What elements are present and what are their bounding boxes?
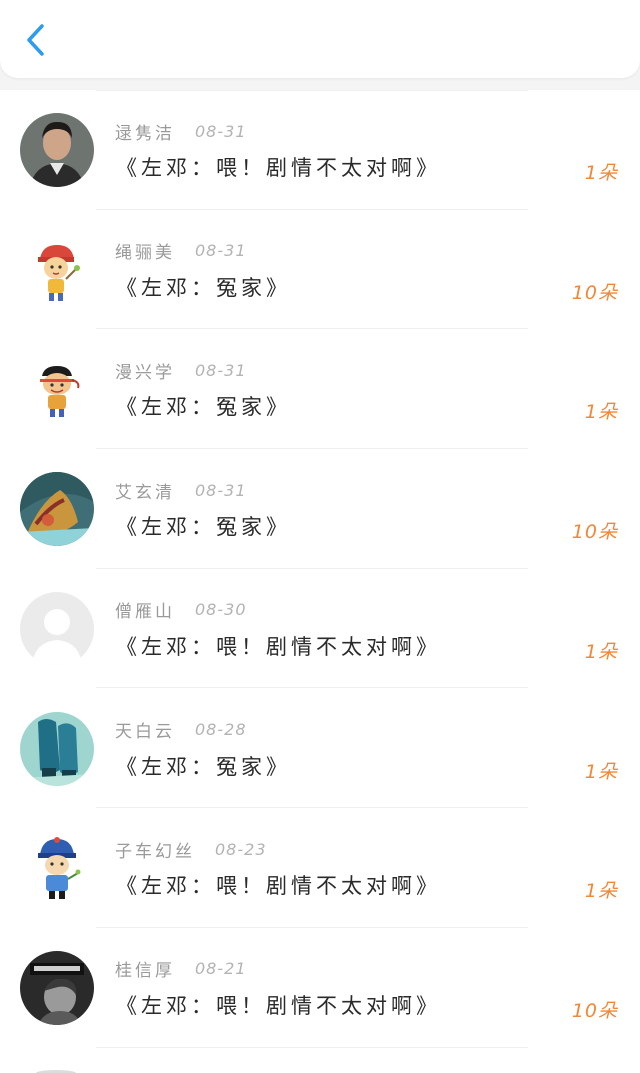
avatar[interactable] bbox=[20, 591, 94, 666]
avatar[interactable] bbox=[20, 950, 94, 1025]
avatar[interactable] bbox=[20, 352, 94, 427]
book-title: 《左邓：喂！剧情不太对啊》 bbox=[116, 993, 441, 1018]
user-name: 逯隽洁 bbox=[115, 123, 175, 144]
name-line: 逯隽洁 08-31 bbox=[115, 119, 247, 144]
user-name: 漫兴学 bbox=[115, 362, 175, 383]
gift-date: 08-28 bbox=[195, 720, 247, 739]
gift-amount: 1朵 bbox=[584, 760, 618, 783]
user-name: 天白云 bbox=[115, 722, 175, 742]
name-line: 漫兴学 08-31 bbox=[115, 358, 247, 383]
avatar[interactable] bbox=[20, 113, 94, 187]
book-title: 《左邓：喂！剧情不太对啊》 bbox=[116, 156, 441, 180]
gift-amount: 1朵 bbox=[584, 640, 618, 663]
user-name: 艾玄清 bbox=[115, 482, 175, 503]
list-item[interactable]: 逯隽洁 08-31 《左邓：喂！剧情不太对啊》 1朵 bbox=[0, 90, 640, 210]
gift-amount: 1朵 bbox=[584, 880, 618, 903]
name-line: 子车幻丝 08-23 bbox=[115, 837, 267, 862]
list-item[interactable]: 子车幻丝 08-23 《左邓：喂！剧情不太对啊》 1朵 bbox=[0, 808, 640, 928]
gift-date: 08-31 bbox=[195, 241, 247, 261]
list-item[interactable]: 天白云 08-28 《左邓：冤家》 1朵 bbox=[0, 689, 640, 809]
name-line: 僧雁山 08-30 bbox=[115, 598, 247, 622]
user-name: 子车幻丝 bbox=[115, 841, 195, 862]
gift-amount: 1朵 bbox=[584, 401, 618, 424]
top-bar bbox=[0, 0, 640, 78]
gift-amount: 10朵 bbox=[571, 999, 618, 1022]
book-title: 《左邓：冤家》 bbox=[116, 754, 291, 779]
gift-amount: 1朵 bbox=[584, 162, 618, 184]
avatar[interactable] bbox=[20, 472, 94, 547]
user-name: 绳骊美 bbox=[115, 243, 175, 264]
name-line: 绳骊美 08-31 bbox=[115, 239, 247, 263]
avatar[interactable] bbox=[20, 232, 94, 307]
gift-date: 08-23 bbox=[215, 839, 267, 859]
book-title: 《左邓：冤家》 bbox=[116, 395, 291, 420]
chevron-left-icon bbox=[27, 24, 44, 56]
avatar[interactable] bbox=[20, 831, 94, 906]
user-name: 桂信厚 bbox=[115, 961, 175, 982]
book-title: 《左邓：冤家》 bbox=[116, 515, 291, 540]
list-item[interactable]: 漫兴学 08-31 《左邓：冤家》 1朵 bbox=[0, 329, 640, 450]
back-button[interactable] bbox=[14, 18, 58, 62]
name-line: 桂信厚 08-21 bbox=[115, 957, 247, 981]
gift-record-list: 逯隽洁 08-31 《左邓：喂！剧情不太对啊》 1朵 绳骊美 08-31 《左邓… bbox=[0, 90, 640, 1073]
list-item[interactable]: 艾玄清 08-31 《左邓：冤家》 10朵 bbox=[0, 449, 640, 569]
gift-date: 08-31 bbox=[195, 121, 247, 141]
gift-date: 08-21 bbox=[195, 959, 247, 979]
book-title: 《左邓：冤家》 bbox=[116, 275, 291, 300]
gift-amount: 10朵 bbox=[571, 521, 618, 544]
book-title: 《左邓：喂！剧情不太对啊》 bbox=[116, 634, 441, 659]
list-item[interactable]: 桂信厚 08-21 《左邓：喂！剧情不太对啊》 10朵 bbox=[0, 928, 640, 1048]
list-item[interactable]: 绳骊美 08-31 《左邓：冤家》 10朵 bbox=[0, 210, 640, 330]
gift-amount: 10朵 bbox=[571, 281, 618, 304]
name-line: 艾玄清 08-31 bbox=[115, 478, 247, 503]
gift-date: 08-31 bbox=[195, 360, 247, 380]
gift-date: 08-30 bbox=[195, 600, 247, 620]
gift-date: 08-31 bbox=[195, 480, 247, 500]
name-line: 天白云 08-28 bbox=[115, 718, 247, 742]
book-title: 《左邓：喂！剧情不太对啊》 bbox=[116, 874, 441, 899]
user-name: 僧雁山 bbox=[115, 602, 175, 623]
list-item[interactable]: 僧雁山 08-30 《左邓：喂！剧情不太对啊》 1朵 bbox=[0, 569, 640, 689]
divider bbox=[96, 1046, 528, 1048]
avatar[interactable] bbox=[20, 711, 94, 786]
